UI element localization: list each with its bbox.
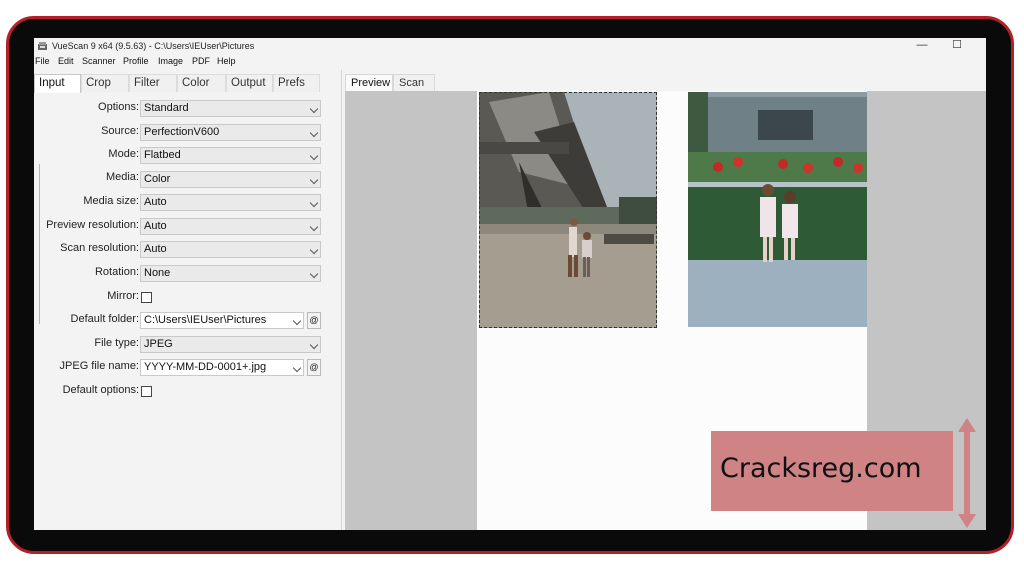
window-title: VueScan 9 x64 (9.5.63) - C:\Users\IEUser…	[52, 41, 255, 51]
tab-filter[interactable]: Filter	[129, 74, 177, 92]
media-size-label: Media size:	[83, 195, 139, 207]
preview-resolution-select[interactable]: Auto	[140, 218, 321, 235]
menu-pdf[interactable]: PDF	[192, 56, 210, 66]
tab-input[interactable]: Input	[34, 74, 81, 93]
media-select[interactable]: Color	[140, 171, 321, 188]
menu-file[interactable]: File	[35, 56, 50, 66]
scan-resolution-value: Auto	[144, 243, 167, 255]
source-label: Source:	[101, 125, 139, 137]
menu-edit[interactable]: Edit	[58, 56, 74, 66]
options-value: Standard	[144, 102, 189, 114]
double-arrow-icon	[958, 418, 976, 528]
default-options-checkbox[interactable]	[141, 386, 152, 397]
photo-eiffel-tower	[479, 92, 657, 328]
rotation-select[interactable]: None	[140, 265, 321, 282]
menu-image[interactable]: Image	[158, 56, 183, 66]
menu-bar: File Edit Scanner Profile Image PDF Help	[34, 55, 986, 70]
mode-label: Mode:	[108, 148, 139, 160]
settings-panel: Input Crop Filter Color Output Prefs Opt…	[34, 70, 342, 530]
preview-resolution-label: Preview resolution:	[46, 219, 139, 231]
panel-edge-mark	[39, 164, 44, 324]
chevron-down-icon	[309, 269, 319, 279]
tab-output[interactable]: Output	[226, 74, 273, 92]
menu-help[interactable]: Help	[217, 56, 236, 66]
jpeg-file-name-label: JPEG file name:	[59, 360, 139, 372]
tab-color[interactable]: Color	[177, 74, 226, 92]
watermark-banner: Cracksreg.com	[711, 431, 953, 511]
chevron-down-icon	[309, 198, 319, 208]
jpeg-file-name-value: YYYY-MM-DD-0001+.jpg	[144, 361, 267, 373]
default-folder-browse-button[interactable]: @	[307, 312, 321, 329]
chevron-down-icon	[309, 222, 319, 232]
jpeg-file-name-input[interactable]: YYYY-MM-DD-0001+.jpg	[140, 359, 304, 376]
scan-resolution-select[interactable]: Auto	[140, 241, 321, 258]
media-value: Color	[144, 173, 171, 185]
options-label: Options:	[98, 101, 139, 113]
media-size-select[interactable]: Auto	[140, 194, 321, 211]
file-type-select[interactable]: JPEG	[140, 336, 321, 353]
title-bar: VueScan 9 x64 (9.5.63) - C:\Users\IEUser…	[34, 38, 986, 55]
mode-value: Flatbed	[144, 149, 181, 161]
photo-girls-garden	[688, 92, 867, 327]
menu-profile[interactable]: Profile	[123, 56, 149, 66]
tab-scan[interactable]: Scan	[393, 74, 435, 91]
tab-prefs[interactable]: Prefs	[273, 74, 320, 92]
rotation-label: Rotation:	[94, 266, 139, 278]
maximize-button[interactable]: ☐	[949, 39, 965, 53]
chevron-down-icon	[309, 151, 319, 161]
mode-select[interactable]: Flatbed	[140, 147, 321, 164]
watermark-text: Cracksreg.com	[720, 453, 922, 484]
default-folder-value: C:\Users\IEUser\Pictures	[144, 314, 267, 326]
file-type-label: File type:	[94, 337, 139, 349]
default-options-label: Default options:	[62, 384, 139, 396]
media-label: Media:	[105, 171, 139, 183]
jpeg-file-name-browse-button[interactable]: @	[307, 359, 321, 376]
file-type-value: JPEG	[144, 338, 173, 350]
preview-resolution-value: Auto	[144, 220, 167, 232]
chevron-down-icon	[292, 363, 302, 373]
options-select[interactable]: Standard	[140, 100, 321, 117]
chevron-down-icon	[309, 104, 319, 114]
mirror-label: Mirror:	[107, 290, 139, 302]
menu-scanner[interactable]: Scanner	[82, 56, 116, 66]
tab-preview[interactable]: Preview	[345, 74, 393, 91]
chevron-down-icon	[309, 340, 319, 350]
chevron-down-icon	[292, 316, 302, 326]
chevron-down-icon	[309, 175, 319, 185]
mirror-checkbox[interactable]	[141, 292, 152, 303]
default-folder-input[interactable]: C:\Users\IEUser\Pictures	[140, 312, 304, 329]
default-folder-label: Default folder:	[70, 313, 139, 325]
media-size-value: Auto	[144, 196, 167, 208]
vuescan-app-icon	[38, 42, 47, 50]
scan-resolution-label: Scan resolution:	[60, 242, 139, 254]
chevron-down-icon	[309, 128, 319, 138]
minimize-button[interactable]: —	[914, 39, 930, 53]
tab-crop[interactable]: Crop	[81, 74, 129, 92]
source-value: PerfectionV600	[144, 126, 220, 138]
source-select[interactable]: PerfectionV600	[140, 124, 321, 141]
rotation-value: None	[144, 267, 171, 279]
chevron-down-icon	[309, 245, 319, 255]
